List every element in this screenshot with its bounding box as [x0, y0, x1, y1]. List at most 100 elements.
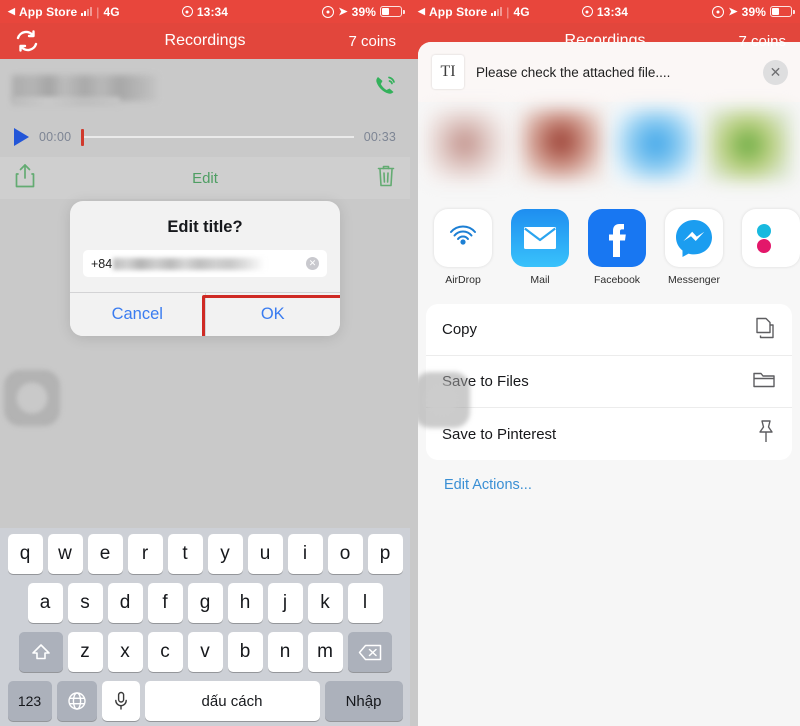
- key-o[interactable]: o: [327, 534, 363, 574]
- action-label: Copy: [442, 321, 478, 338]
- key-s[interactable]: s: [67, 583, 103, 623]
- location-arrow-icon: ➤: [728, 6, 738, 18]
- airdrop-icon: [434, 209, 492, 267]
- seek-track[interactable]: [84, 136, 354, 138]
- dialog-title: Edit title?: [167, 218, 243, 236]
- coins-label[interactable]: 7 coins: [738, 33, 786, 50]
- status-divider: |: [96, 4, 100, 19]
- microphone-icon[interactable]: [101, 681, 140, 721]
- share-sheet: TI Please check the attached file.... ✕: [418, 42, 800, 726]
- key-e[interactable]: e: [87, 534, 123, 574]
- key-m[interactable]: m: [307, 632, 343, 672]
- status-time: 13:34: [596, 4, 629, 19]
- key-u[interactable]: u: [247, 534, 283, 574]
- share-target-messenger[interactable]: Messenger: [663, 209, 725, 286]
- shift-arrow-icon[interactable]: [18, 632, 63, 672]
- share-subject[interactable]: Please check the attached file....: [476, 65, 751, 80]
- key-l[interactable]: l: [347, 583, 383, 623]
- key-p[interactable]: p: [367, 534, 403, 574]
- globe-language-icon[interactable]: [56, 681, 97, 721]
- key-k[interactable]: k: [307, 583, 343, 623]
- status-left-group: ◀ App Store | 4G: [8, 5, 120, 19]
- play-triangle-icon[interactable]: [14, 128, 29, 146]
- ok-button[interactable]: OK: [205, 293, 340, 336]
- signal-bars-icon: [81, 7, 93, 16]
- key-c[interactable]: c: [147, 632, 183, 672]
- total-time: 00:33: [363, 130, 396, 144]
- key-h[interactable]: h: [227, 583, 263, 623]
- battery-percent: 39%: [351, 4, 376, 19]
- key-d[interactable]: d: [107, 583, 143, 623]
- clear-circle-x-icon[interactable]: ✕: [306, 257, 319, 270]
- space-key[interactable]: dấu cách: [144, 681, 320, 721]
- do-not-disturb-icon: [322, 5, 335, 18]
- backspace-delete-icon[interactable]: [347, 632, 392, 672]
- share-upload-icon[interactable]: [14, 163, 36, 194]
- key-i[interactable]: i: [287, 534, 323, 574]
- key-g[interactable]: g: [187, 583, 223, 623]
- messenger-bolt-icon: [665, 209, 723, 267]
- recording-subtitle-redacted: [12, 97, 120, 106]
- key-x[interactable]: x: [107, 632, 143, 672]
- thumbnail-3[interactable]: [613, 109, 699, 181]
- enter-key[interactable]: Nhập: [324, 681, 403, 721]
- key-r[interactable]: r: [127, 534, 163, 574]
- thumbnail-1[interactable]: [426, 109, 512, 181]
- audio-player: 00:00 00:33: [0, 117, 410, 157]
- key-t[interactable]: t: [167, 534, 203, 574]
- trash-icon[interactable]: [376, 164, 396, 193]
- battery-icon: [770, 6, 795, 17]
- key-n[interactable]: n: [267, 632, 303, 672]
- share-actions: Copy Save to Files Save to Pinterest Edi…: [418, 296, 800, 510]
- status-right-group: ➤ 39%: [712, 5, 795, 19]
- dialog-field-wrap: +84 ✕: [70, 250, 340, 292]
- action-save-to-files[interactable]: Save to Files: [426, 356, 792, 408]
- edit-label[interactable]: Edit: [0, 170, 410, 187]
- phone-call-icon[interactable]: [372, 73, 398, 104]
- key-a[interactable]: a: [27, 583, 63, 623]
- app-label: Mail: [530, 274, 550, 286]
- key-v[interactable]: v: [187, 632, 223, 672]
- left-status-bar: ◀ App Store | 4G 13:34 ➤ 39%: [0, 0, 410, 23]
- thumbnail-2[interactable]: [519, 109, 605, 181]
- coins-label[interactable]: 7 coins: [348, 33, 396, 50]
- action-save-to-pinterest[interactable]: Save to Pinterest: [426, 408, 792, 460]
- status-time: 13:34: [196, 4, 229, 19]
- key-f[interactable]: f: [147, 583, 183, 623]
- thumbnail-4[interactable]: [706, 109, 792, 181]
- seek-bar[interactable]: [81, 128, 354, 146]
- key-j[interactable]: j: [267, 583, 303, 623]
- key-y[interactable]: y: [207, 534, 243, 574]
- share-target-partial[interactable]: [740, 209, 800, 286]
- network-label: 4G: [103, 4, 120, 19]
- action-copy[interactable]: Copy: [426, 304, 792, 356]
- refresh-sync-icon[interactable]: [14, 29, 40, 53]
- text-document-icon: TI: [432, 55, 464, 89]
- app-label: Facebook: [593, 274, 641, 286]
- key-b[interactable]: b: [227, 632, 263, 672]
- mail-envelope-icon: [511, 209, 569, 267]
- key-q[interactable]: q: [7, 534, 43, 574]
- status-divider: |: [506, 4, 510, 19]
- app-label: AirDrop: [445, 274, 481, 286]
- key-w[interactable]: w: [47, 534, 83, 574]
- action-label: Save to Pinterest: [442, 425, 557, 443]
- facebook-f-icon: [588, 209, 646, 267]
- key-z[interactable]: z: [67, 632, 103, 672]
- edit-actions-link[interactable]: Edit Actions...: [426, 460, 792, 510]
- keyboard-row-2: a s d f g h j k l: [2, 583, 408, 623]
- folder-icon: [752, 370, 776, 394]
- share-target-airdrop[interactable]: AirDrop: [432, 209, 494, 286]
- alarm-clock-icon: [581, 6, 593, 17]
- cancel-button[interactable]: Cancel: [70, 293, 206, 336]
- share-sheet-header: TI Please check the attached file.... ✕: [418, 42, 800, 102]
- action-group: Copy Save to Files Save to Pinterest: [426, 304, 792, 460]
- left-phone-panel: ◀ App Store | 4G 13:34 ➤ 39% Recordings …: [0, 0, 410, 726]
- numeric-key[interactable]: 123: [7, 681, 52, 721]
- close-x-icon[interactable]: ✕: [763, 59, 788, 85]
- title-input[interactable]: +84 ✕: [83, 250, 327, 277]
- share-target-mail[interactable]: Mail: [509, 209, 571, 286]
- input-value-redacted: [113, 257, 274, 270]
- share-target-facebook[interactable]: Facebook: [586, 209, 648, 286]
- watermark-artifact: [418, 372, 470, 428]
